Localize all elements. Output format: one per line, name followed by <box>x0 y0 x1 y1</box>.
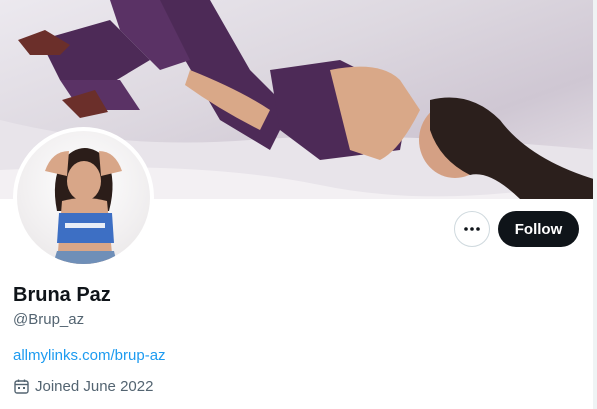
scrollbar-track <box>593 0 597 409</box>
user-handle: @Brup_az <box>13 311 85 328</box>
joined-date: Joined June 2022 <box>13 378 153 395</box>
avatar-ring[interactable] <box>13 127 154 268</box>
calendar-icon <box>14 379 29 394</box>
display-name: Bruna Paz <box>13 284 111 306</box>
follow-button[interactable]: Follow <box>498 211 579 247</box>
avatar[interactable] <box>17 131 150 264</box>
follow-button-label: Follow <box>514 220 563 238</box>
more-options-button[interactable] <box>454 211 490 247</box>
profile-link[interactable]: allmylinks.com/brup-az <box>13 347 166 364</box>
avatar-photo <box>45 147 122 264</box>
joined-date-text: Joined June 2022 <box>35 378 154 395</box>
more-horizontal-icon <box>464 227 480 231</box>
